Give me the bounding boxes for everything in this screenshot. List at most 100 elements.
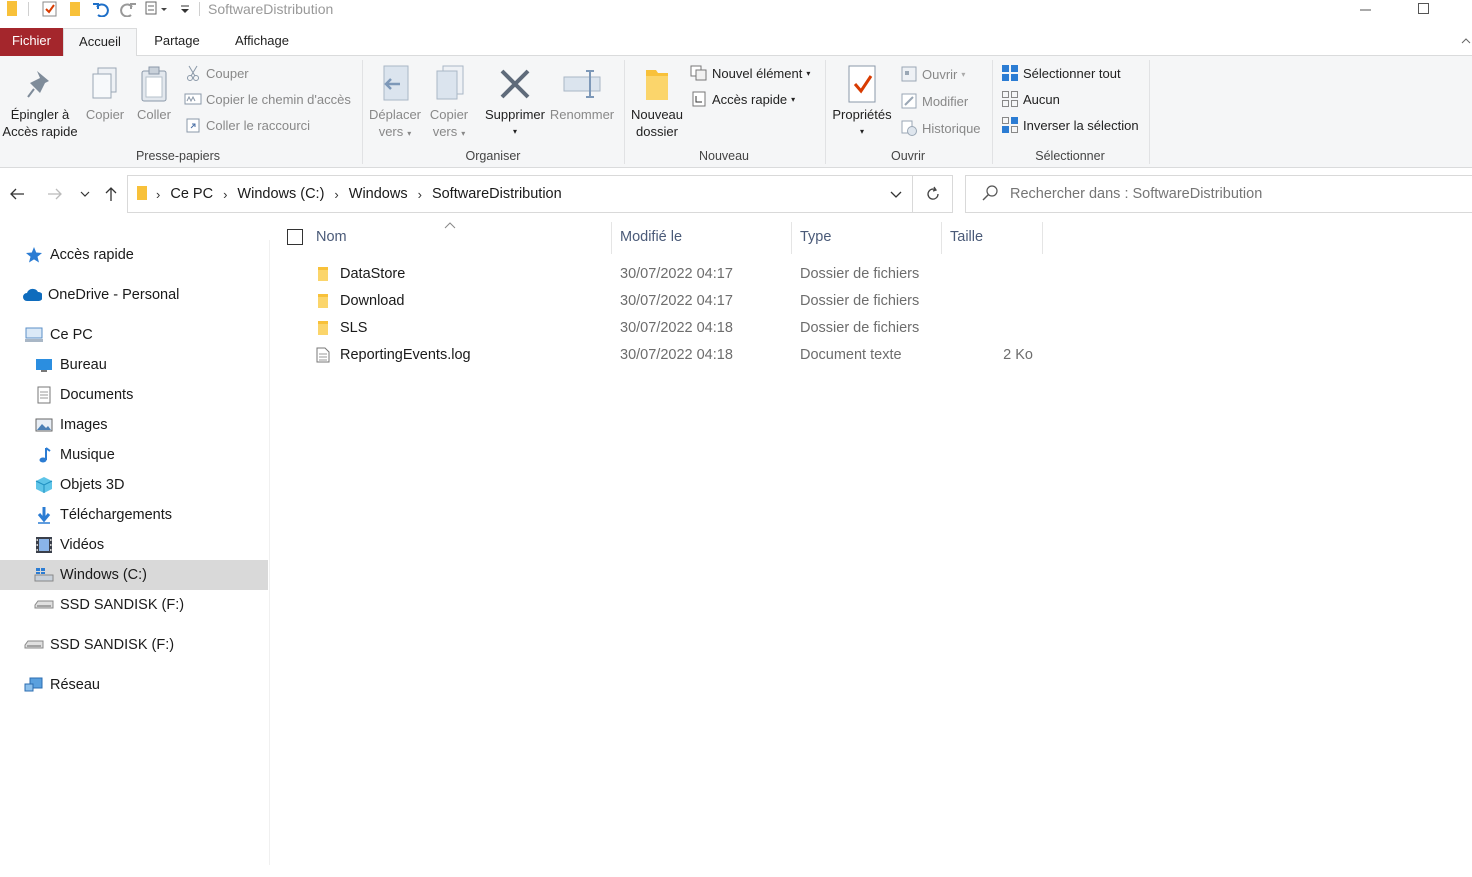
tab-share[interactable]: Partage: [142, 28, 212, 56]
search-box[interactable]: [965, 175, 1472, 213]
select-none-button[interactable]: Aucun: [1001, 88, 1060, 110]
sidebar-item-ssd-sandisk-f-root[interactable]: SSD SANDISK (F:): [0, 630, 268, 660]
sidebar-item-music[interactable]: Musique: [0, 440, 268, 470]
copy-path-button[interactable]: Copier le chemin d'accès: [184, 88, 351, 110]
new-item-button[interactable]: Nouvel élément ▾: [690, 62, 810, 84]
select-all-checkbox[interactable]: [287, 229, 303, 248]
redo-icon[interactable]: [117, 0, 139, 18]
select-all-label: Sélectionner tout: [1023, 65, 1121, 81]
sidebar-item-desktop[interactable]: Bureau: [0, 350, 268, 380]
new-folder-icon[interactable]: [66, 0, 84, 18]
chevron-right-icon[interactable]: ›: [154, 187, 162, 202]
view-options-icon[interactable]: [144, 0, 174, 18]
address-history-dropdown[interactable]: [890, 188, 902, 203]
drive-icon: [24, 635, 44, 655]
properties-button[interactable]: Propriétés ▾: [829, 62, 895, 140]
paste-button[interactable]: Coller: [131, 62, 177, 123]
sidebar-item-ssd-sandisk-f[interactable]: SSD SANDISK (F:): [0, 590, 268, 620]
chevron-right-icon[interactable]: ›: [416, 187, 424, 202]
easy-access-icon: [690, 90, 708, 108]
edit-button[interactable]: Modifier: [900, 90, 968, 112]
recent-locations-button[interactable]: [76, 182, 94, 206]
rename-button[interactable]: Renommer: [548, 62, 616, 123]
tab-view[interactable]: Affichage: [222, 28, 302, 56]
sidebar-item-3d-objects[interactable]: Objets 3D: [0, 470, 268, 500]
delete-label: Supprimer: [485, 107, 545, 122]
tab-home[interactable]: Accueil: [63, 28, 137, 57]
open-label: Ouvrir: [922, 66, 958, 82]
select-group-label: Sélectionner: [1035, 149, 1105, 163]
refresh-button[interactable]: [913, 175, 953, 213]
properties-check-icon[interactable]: [40, 0, 60, 18]
pin-label-1: Épingler à: [10, 107, 70, 122]
sidebar-item-quick-access[interactable]: Accès rapide: [0, 240, 268, 270]
customize-toolbar-icon[interactable]: [178, 0, 192, 18]
file-modified: 30/07/2022 04:17: [620, 293, 733, 309]
column-header-modified[interactable]: Modifié le: [620, 222, 682, 252]
file-row[interactable]: Download 30/07/2022 04:17 Dossier de fic…: [280, 288, 1020, 315]
file-modified: 30/07/2022 04:18: [620, 347, 733, 363]
pin-label-2: Accès rapide: [2, 124, 78, 139]
minimize-button[interactable]: [1346, 0, 1386, 18]
sidebar-item-downloads[interactable]: Téléchargements: [0, 500, 268, 530]
select-all-icon: [1001, 64, 1019, 82]
breadcrumb-windows[interactable]: Windows: [341, 186, 416, 202]
tab-file[interactable]: Fichier: [0, 28, 63, 56]
back-button[interactable]: [6, 182, 28, 206]
invert-selection-icon: [1001, 116, 1019, 134]
select-all-button[interactable]: Sélectionner tout: [1001, 62, 1121, 84]
pin-quick-access-button[interactable]: Épingler à Accès rapide: [0, 62, 80, 140]
undo-icon[interactable]: [90, 0, 112, 18]
back-arrow-icon: [10, 188, 24, 200]
sidebar-item-onedrive[interactable]: OneDrive - Personal: [0, 280, 268, 310]
cut-button[interactable]: Couper: [184, 62, 249, 84]
breadcrumb-windows-c[interactable]: Windows (C:): [229, 186, 332, 202]
sidebar-item-this-pc[interactable]: Ce PC: [0, 320, 268, 350]
file-size: 2 Ko: [1003, 347, 1033, 363]
chevron-right-icon[interactable]: ›: [332, 187, 340, 202]
copy-to-button[interactable]: Copier vers ▾: [424, 62, 474, 142]
sidebar-item-windows-c[interactable]: Windows (C:): [0, 560, 268, 590]
invert-selection-button[interactable]: Inverser la sélection: [1001, 114, 1139, 136]
search-icon: [982, 184, 998, 204]
sidebar-item-network[interactable]: Réseau: [0, 670, 268, 700]
up-button[interactable]: [100, 182, 122, 206]
maximize-button[interactable]: [1404, 0, 1444, 18]
delete-button[interactable]: Supprimer ▾: [482, 62, 548, 140]
easy-access-button[interactable]: Accès rapide ▾: [690, 88, 795, 110]
new-folder-button[interactable]: Nouveau dossier: [628, 62, 686, 140]
edit-label: Modifier: [922, 93, 969, 109]
copy-button[interactable]: Copier: [80, 62, 130, 123]
sidebar-item-videos[interactable]: Vidéos: [0, 530, 268, 560]
expand-ribbon-icon[interactable]: [1460, 34, 1472, 49]
column-header-size[interactable]: Taille: [950, 222, 983, 252]
easy-access-label: Accès rapide: [712, 91, 788, 107]
column-header-name[interactable]: Nom: [316, 222, 347, 252]
select-none-icon: [1001, 90, 1019, 108]
search-input[interactable]: [1010, 186, 1430, 202]
file-row[interactable]: ReportingEvents.log 30/07/2022 04:18 Doc…: [280, 342, 1033, 369]
pin-icon: [0, 62, 80, 106]
history-button[interactable]: Historique: [900, 117, 981, 139]
move-to-icon: [366, 62, 424, 106]
forward-button[interactable]: [44, 182, 66, 206]
column-header-type[interactable]: Type: [800, 222, 831, 252]
sidebar-item-images[interactable]: Images: [0, 410, 268, 440]
breadcrumb-software-distribution[interactable]: SoftwareDistribution: [424, 186, 570, 202]
file-type: Dossier de fichiers: [800, 320, 920, 336]
videos-icon: [34, 535, 54, 555]
chevron-right-icon[interactable]: ›: [221, 187, 229, 202]
cut-label: Couper: [206, 65, 249, 81]
address-bar[interactable]: › Ce PC › Windows (C:) › Windows › Softw…: [127, 175, 913, 213]
paste-shortcut-button[interactable]: Coller le raccourci: [184, 114, 310, 136]
move-to-button[interactable]: Déplacer vers ▾: [366, 62, 424, 142]
chevron-down-icon: [890, 191, 902, 198]
new-folder-icon: [628, 62, 686, 106]
sidebar-item-documents[interactable]: Documents: [0, 380, 268, 410]
file-row[interactable]: SLS 30/07/2022 04:18 Dossier de fichiers: [280, 315, 1020, 342]
open-button[interactable]: Ouvrir ▾: [900, 63, 965, 85]
file-row[interactable]: DataStore 30/07/2022 04:17 Dossier de fi…: [280, 261, 1020, 288]
new-folder-label-2: dossier: [636, 124, 678, 139]
breadcrumb-ce-pc[interactable]: Ce PC: [162, 186, 221, 202]
file-name: Download: [340, 293, 405, 309]
